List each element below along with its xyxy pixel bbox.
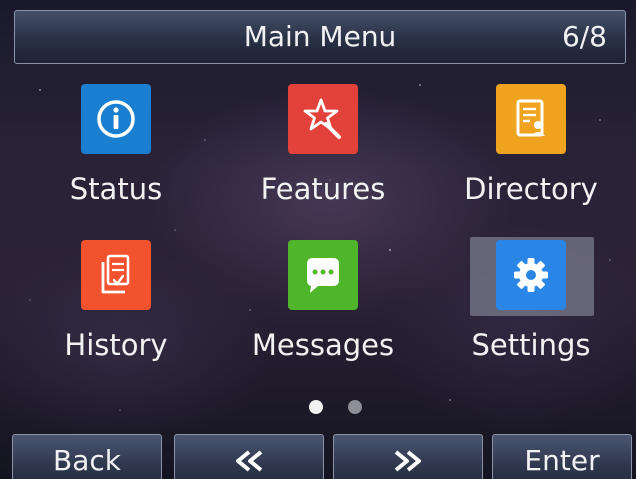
menu-item-label: Status	[69, 172, 163, 206]
page-dot-active	[309, 400, 323, 414]
menu-item-label: History	[64, 328, 168, 362]
back-button[interactable]: Back	[12, 434, 162, 479]
menu-item-settings[interactable]: Settings	[431, 236, 631, 386]
menu-item-status[interactable]: Status	[16, 80, 216, 230]
features-star-icon	[288, 84, 358, 154]
page-dot	[348, 400, 362, 414]
phone-screen: Main Menu 6/8 Status Features Directory …	[0, 0, 636, 479]
page-title: Main Menu	[243, 20, 397, 53]
title-bar: Main Menu 6/8	[14, 10, 626, 64]
enter-button[interactable]: Enter	[492, 434, 632, 479]
page-indicator: 6/8	[561, 20, 607, 53]
menu-item-history[interactable]: History	[16, 236, 216, 386]
history-documents-icon	[81, 240, 151, 310]
next-button[interactable]	[333, 434, 483, 479]
rewind-icon	[236, 450, 263, 472]
directory-book-icon	[496, 84, 566, 154]
menu-item-label: Features	[260, 172, 386, 206]
menu-item-features[interactable]: Features	[223, 80, 423, 230]
menu-item-label: Messages	[251, 328, 395, 362]
menu-item-label: Directory	[464, 172, 598, 206]
info-icon	[81, 84, 151, 154]
message-bubble-icon	[288, 240, 358, 310]
previous-button[interactable]	[174, 434, 324, 479]
fast-forward-icon	[394, 450, 421, 472]
gear-icon	[496, 240, 566, 310]
menu-item-directory[interactable]: Directory	[431, 80, 631, 230]
menu-item-messages[interactable]: Messages	[223, 236, 423, 386]
menu-item-label: Settings	[471, 328, 591, 362]
